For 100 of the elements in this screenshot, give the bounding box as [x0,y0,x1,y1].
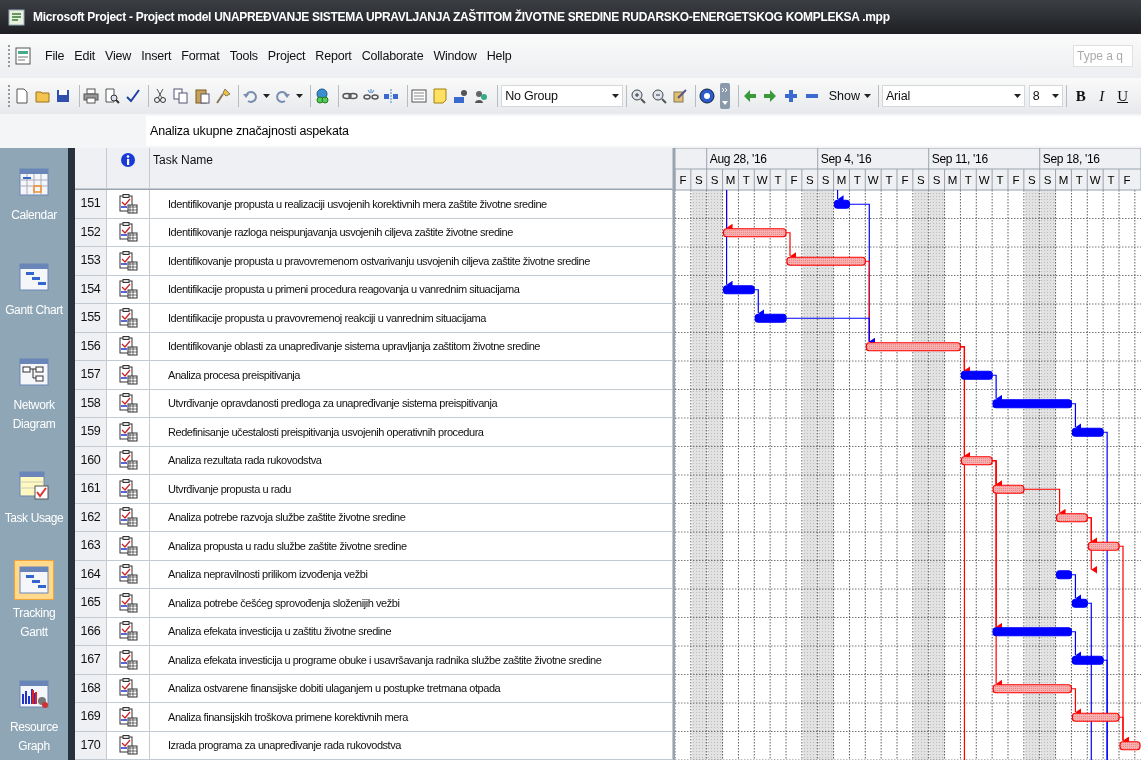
row-number[interactable]: 159 [75,418,107,447]
clipboard-icon [118,193,138,214]
underline-button[interactable]: U [1112,84,1134,108]
row-number[interactable]: 162 [75,503,107,532]
assign-resources-icon[interactable] [452,88,469,104]
font-dropdown[interactable]: Arial [881,85,1025,107]
task-bar[interactable] [754,313,787,323]
menu-item[interactable]: File [40,44,70,68]
task-usage-icon [18,469,50,502]
right-arrow-icon[interactable] [762,88,779,104]
task-bar[interactable] [992,399,1073,409]
task-bar[interactable] [960,370,993,380]
row-number[interactable]: 160 [75,446,107,475]
row-number[interactable]: 153 [75,247,107,276]
task-bar[interactable] [1071,427,1104,437]
task-bar[interactable] [722,285,755,295]
row-number[interactable]: 169 [75,703,107,732]
task-bar[interactable] [1071,655,1104,665]
undo-icon[interactable] [242,88,259,104]
paste-icon[interactable] [193,88,210,104]
task-name-cell: Analiza potrebe češćeg sprovođenja složenijih vežbi [150,589,673,618]
task-name-cell: Analiza potrebe razvoja službe zaštite životne sredine [150,503,673,532]
day-label: S [821,174,830,186]
entry-field[interactable]: Analiza ukupne značajnosti aspekata [146,116,1141,146]
task-information-icon[interactable] [411,88,428,104]
row-number[interactable]: 157 [75,361,107,390]
gantt-chart-icon [18,260,50,293]
task-bar[interactable] [960,456,993,466]
task-bar[interactable] [992,684,1073,694]
day-label: T [885,174,893,186]
print-icon[interactable] [83,88,100,104]
copy-icon[interactable] [173,88,190,104]
plus-icon[interactable] [783,88,800,104]
row-number[interactable]: 154 [75,275,107,304]
clipboard-icon [118,649,138,670]
new-document-icon[interactable] [13,88,30,104]
menu-item[interactable]: Tools [224,44,263,68]
clipboard-icon [118,706,138,727]
menu-item[interactable]: Collaborate [356,44,429,68]
task-bar[interactable] [833,199,851,209]
row-number[interactable]: 165 [75,589,107,618]
menu-item[interactable]: Help [481,44,517,68]
row-number[interactable]: 163 [75,532,107,561]
help-search-field[interactable]: Type a q [1073,45,1133,67]
row-number[interactable]: 152 [75,218,107,247]
row-number[interactable]: 166 [75,617,107,646]
column-header[interactable]: Task Name [153,151,214,169]
row-number[interactable]: 161 [75,475,107,504]
bold-button[interactable]: B [1070,84,1092,108]
spelling-icon[interactable] [124,88,141,104]
row-number[interactable]: 151 [75,190,107,219]
task-name-cell: Izrada programa za unapređivanje rada rukovodstva [150,731,673,760]
help-icon[interactable] [699,88,716,104]
row-number[interactable]: 168 [75,674,107,703]
show-menu[interactable]: Show [824,86,875,106]
menu-item[interactable]: Format [176,44,225,68]
task-bar[interactable] [1119,741,1141,751]
task-name-cell: Utvrđivanje opravdanosti predloga za unapređivanje sistema preispitivanja [150,389,673,418]
task-bar[interactable] [992,627,1073,637]
font-size-dropdown[interactable]: 8 [1028,85,1064,107]
row-number[interactable]: 164 [75,560,107,589]
day-label: M [725,174,736,186]
split-task-icon[interactable] [383,88,400,104]
document-icon[interactable] [14,47,32,65]
row-number[interactable]: 167 [75,646,107,675]
globe-link-icon[interactable] [314,88,331,104]
cut-icon[interactable] [152,88,169,104]
group-dropdown[interactable]: No Group [501,85,624,107]
task-bar[interactable] [1071,712,1120,722]
print-preview-icon[interactable] [103,88,120,104]
zoom-in-icon[interactable] [630,88,647,104]
menu-item[interactable]: Insert [136,44,177,68]
menu-item[interactable]: Project [262,44,311,68]
clipboard-icon [118,450,138,471]
menu-item[interactable]: Report [310,44,357,68]
italic-button[interactable]: I [1091,84,1113,108]
menu-item[interactable]: Window [428,44,482,68]
day-label: T [774,174,782,186]
clipboard-icon [118,535,138,556]
gantt-chart-icon [18,564,50,597]
redo-icon[interactable] [274,88,291,104]
caret-icon [295,94,303,98]
day-label: F [1012,174,1020,186]
day-label: M [1058,174,1069,186]
task-bar[interactable] [1055,570,1073,580]
format-painter-icon[interactable] [214,88,231,104]
zoom-out-icon[interactable] [650,88,667,104]
row-number[interactable]: 156 [75,332,107,361]
save-icon[interactable] [55,88,72,104]
task-bar[interactable] [1071,598,1088,608]
task-name-cell: Analiza efekata investicija u zaštitu životne sredine [150,617,673,646]
row-number[interactable]: 158 [75,389,107,418]
menu-item[interactable]: Edit [69,44,101,68]
day-label: T [1075,174,1083,186]
menu-item[interactable]: View [100,44,137,68]
resource-group-icon[interactable] [473,88,490,104]
row-number[interactable]: 170 [75,731,107,760]
task-bar[interactable] [1055,513,1088,523]
clipboard-icon [118,279,138,300]
row-number[interactable]: 155 [75,304,107,333]
